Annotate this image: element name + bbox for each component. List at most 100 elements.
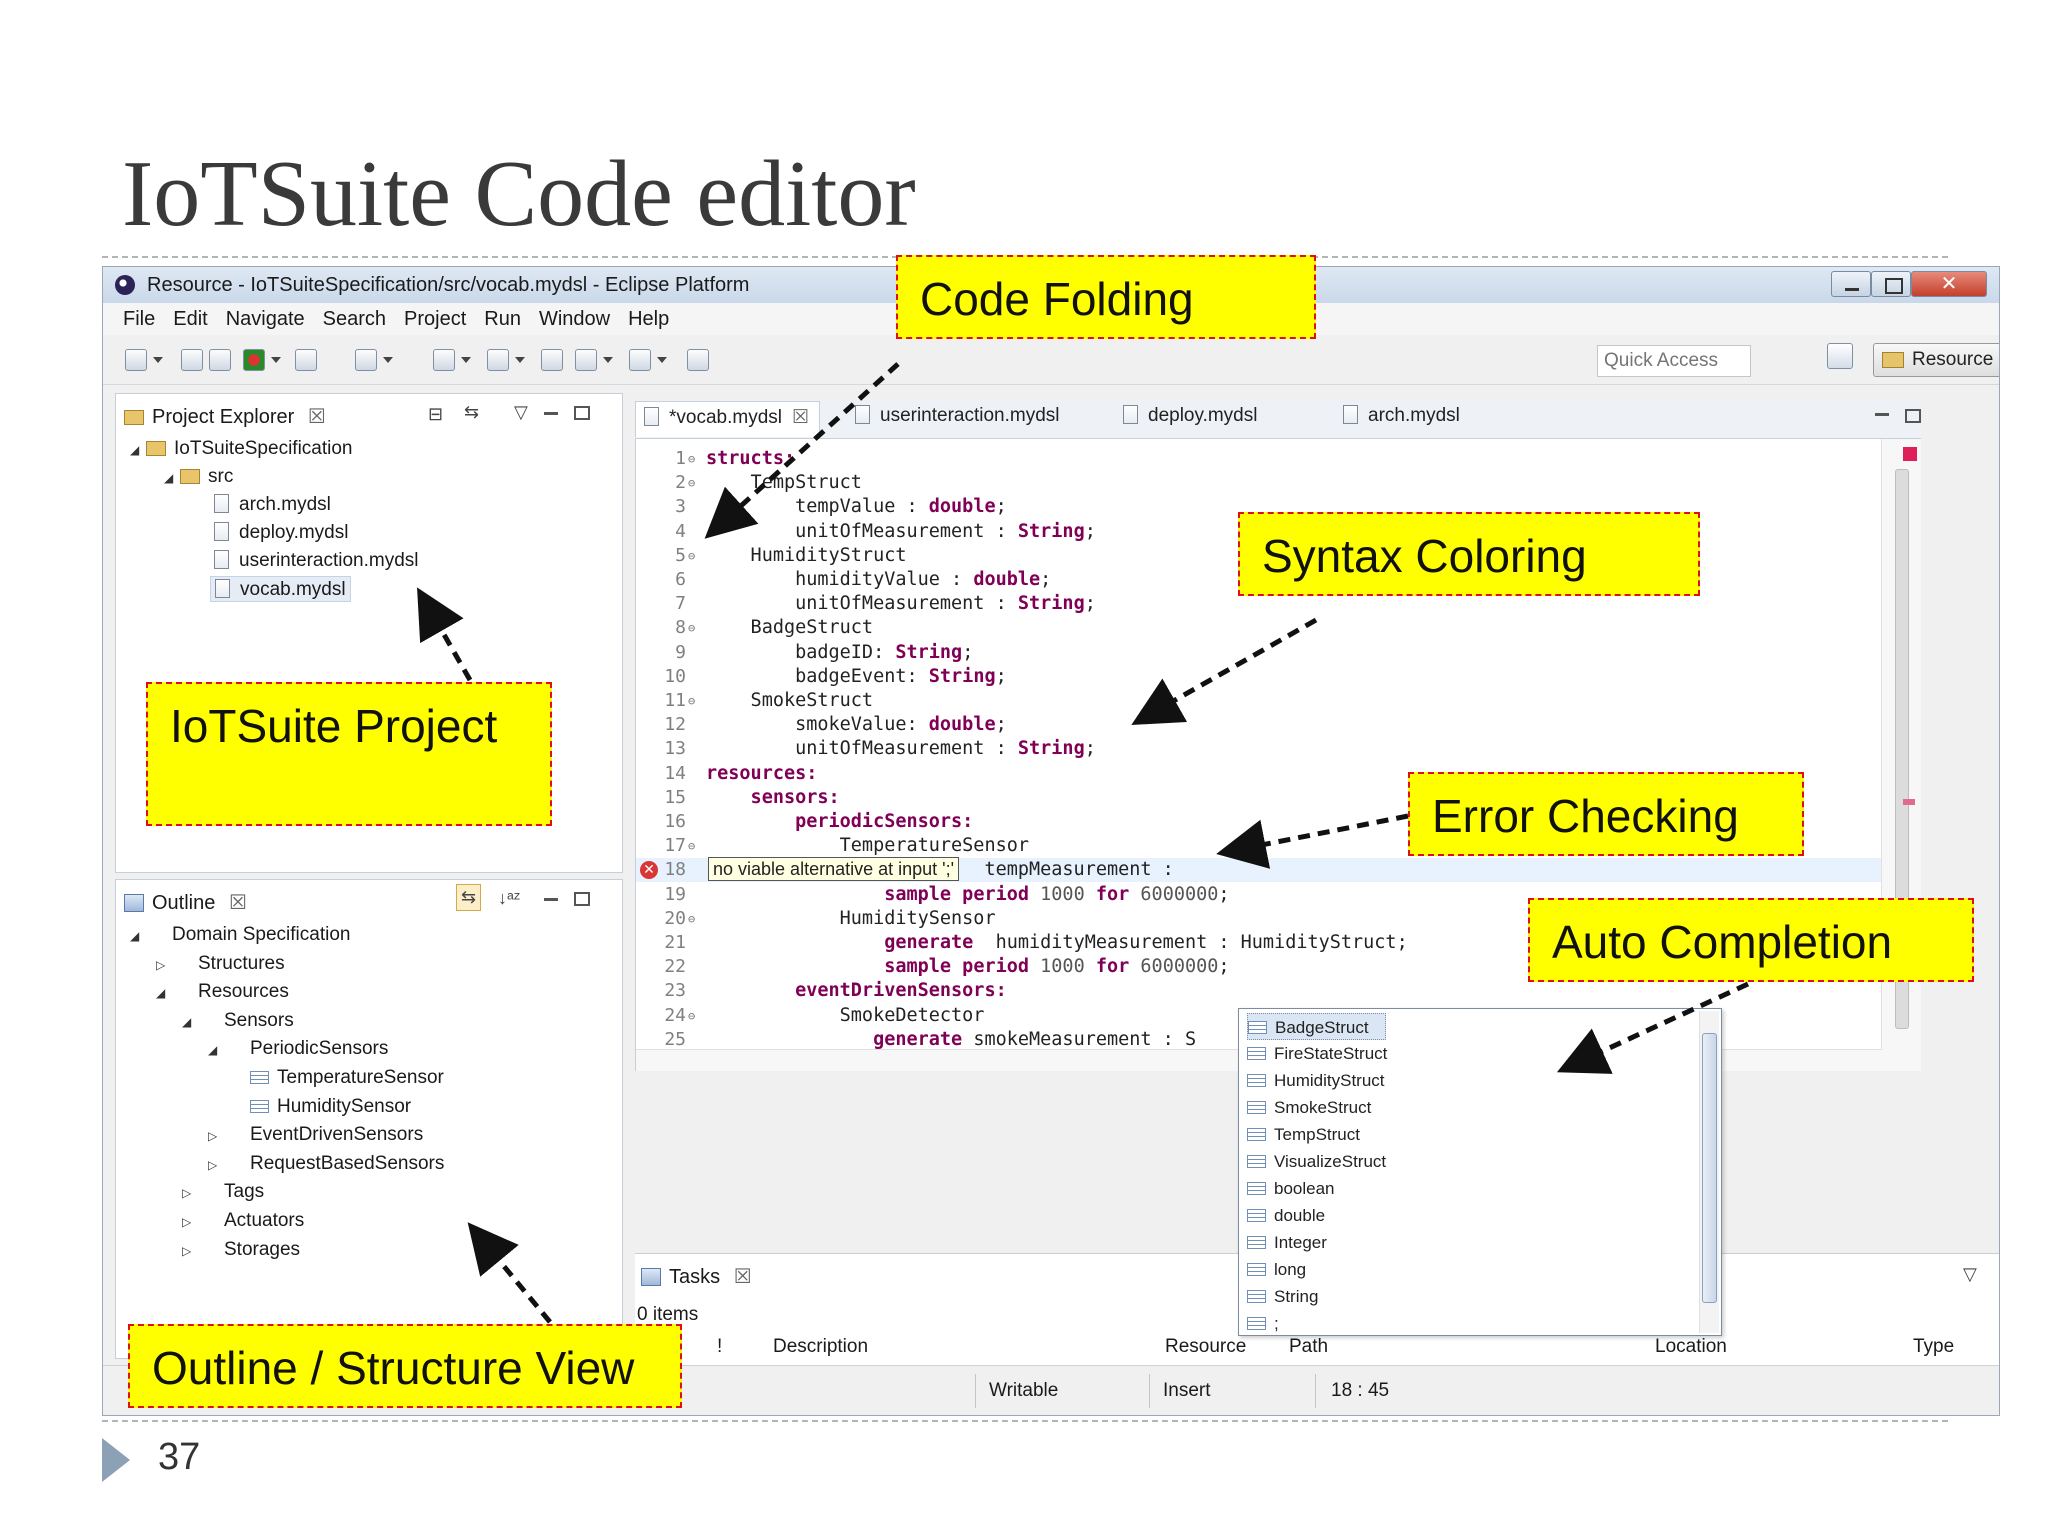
fold-toggle-icon[interactable]: ⊖ [688, 1004, 695, 1028]
collapsed-icon[interactable]: ▷ [182, 1238, 198, 1264]
content-assist-item[interactable]: SmokeStruct [1247, 1094, 1371, 1121]
tasks-tab[interactable]: Tasks ☒ [641, 1264, 752, 1289]
expanded-icon[interactable]: ◢ [156, 980, 172, 1006]
outline-item[interactable]: ◢ Resources [156, 979, 289, 1005]
outline-item[interactable]: TemperatureSensor [234, 1065, 444, 1091]
link-with-editor-icon[interactable]: ⇆ [456, 884, 482, 911]
tool-icon[interactable] [295, 349, 317, 371]
menu-window[interactable]: Window [539, 303, 610, 335]
code-line[interactable]: 9 badgeID: String; [636, 641, 1876, 665]
collapsed-icon[interactable]: ▷ [182, 1180, 198, 1206]
tasks-column-header[interactable]: Path [1289, 1336, 1328, 1358]
tree-file[interactable]: deploy.mydsl [214, 520, 348, 546]
view-menu-icon[interactable]: ▽ [514, 402, 528, 423]
tree-project[interactable]: ◢ IoTSuiteSpecification [130, 436, 353, 462]
run-icon[interactable] [243, 349, 265, 371]
fold-toggle-icon[interactable]: ⊖ [688, 907, 695, 931]
menu-search[interactable]: Search [323, 303, 386, 335]
menu-project[interactable]: Project [404, 303, 466, 335]
fold-toggle-icon[interactable]: ⊖ [688, 689, 695, 713]
next-annotation-icon[interactable] [433, 349, 455, 371]
content-assist-item[interactable]: boolean [1247, 1175, 1335, 1202]
menu-help[interactable]: Help [628, 303, 669, 335]
code-line[interactable]: 12 smokeValue: double; [636, 713, 1876, 737]
content-assist-scrollbar[interactable] [1699, 1011, 1719, 1333]
resource-perspective-button[interactable]: Resource [1873, 343, 1999, 377]
close-icon[interactable]: ☒ [308, 406, 326, 428]
back-dropdown-icon[interactable] [603, 357, 613, 363]
new-dropdown-icon[interactable] [153, 357, 163, 363]
outline-item[interactable]: ◢ Domain Specification [130, 922, 350, 948]
menu-navigate[interactable]: Navigate [226, 303, 305, 335]
tree-file[interactable]: arch.mydsl [214, 492, 331, 518]
open-perspective-icon[interactable] [1827, 343, 1853, 369]
project-explorer-tab[interactable]: Project Explorer ☒ [124, 404, 326, 429]
content-assist-item[interactable]: String [1247, 1283, 1318, 1310]
maximize-editor-icon[interactable] [1905, 409, 1921, 423]
outline-item[interactable]: ◢ PeriodicSensors [208, 1036, 388, 1062]
search-dropdown-icon[interactable] [383, 357, 393, 363]
close-button[interactable]: ✕ [1911, 271, 1987, 297]
tab-userinteraction[interactable]: userinteraction.mydsl [855, 405, 1060, 427]
outline-item[interactable]: ▷ Structures [156, 951, 285, 977]
content-assist-popup[interactable]: BadgeStruct FireStateStruct HumidityStruct… [1238, 1008, 1722, 1336]
save-all-icon[interactable] [209, 349, 231, 371]
outline-tab[interactable]: Outline ☒ [124, 890, 247, 915]
outline-item[interactable]: ▷ RequestBasedSensors [208, 1151, 444, 1177]
new-icon[interactable] [125, 349, 147, 371]
minimize-button[interactable] [1831, 271, 1871, 297]
maximize-button[interactable] [1871, 271, 1911, 297]
content-assist-item[interactable]: HumidityStruct [1247, 1067, 1385, 1094]
forward-icon[interactable] [629, 349, 651, 371]
content-assist-item[interactable]: ; [1247, 1310, 1279, 1337]
error-overview-icon[interactable] [1903, 447, 1917, 461]
tree-src-folder[interactable]: ◢ src [164, 464, 233, 490]
save-icon[interactable] [181, 349, 203, 371]
tab-deploy[interactable]: deploy.mydsl [1123, 405, 1257, 427]
code-line[interactable]: 8 ⊖ BadgeStruct [636, 616, 1876, 640]
tasks-column-header[interactable]: Type [1913, 1336, 1954, 1358]
content-assist-item[interactable]: FireStateStruct [1247, 1040, 1387, 1067]
collapse-all-icon[interactable]: ⊟ [428, 404, 443, 425]
pin-icon[interactable] [687, 349, 709, 371]
fold-toggle-icon[interactable]: ⊖ [688, 834, 695, 858]
outline-item[interactable]: ▷ Actuators [182, 1208, 304, 1234]
tree-file-selected[interactable]: vocab.mydsl [210, 576, 351, 602]
sort-icon[interactable]: ↓ᵃᶻ [498, 888, 520, 909]
code-line[interactable]: 13 unitOfMeasurement : String; [636, 737, 1876, 761]
collapsed-icon[interactable]: ▷ [182, 1209, 198, 1235]
content-assist-item[interactable]: BadgeStruct [1247, 1013, 1386, 1040]
expanded-icon[interactable]: ◢ [182, 1009, 198, 1035]
content-assist-item[interactable]: double [1247, 1202, 1325, 1229]
tasks-column-header[interactable]: ! [717, 1336, 722, 1358]
menu-edit[interactable]: Edit [173, 303, 207, 335]
tab-arch[interactable]: arch.mydsl [1343, 405, 1460, 427]
expanded-icon[interactable]: ◢ [130, 437, 146, 463]
error-marker-icon[interactable] [1903, 799, 1915, 805]
run-dropdown-icon[interactable] [271, 357, 281, 363]
view-menu-icon[interactable]: ▽ [1963, 1264, 1977, 1285]
link-editor-icon[interactable]: ⇆ [464, 402, 479, 423]
content-assist-item[interactable]: Integer [1247, 1229, 1327, 1256]
tasks-column-header[interactable]: Location [1655, 1336, 1727, 1358]
code-line[interactable]: 18 ✕ no viable alternative at input ';' te… [636, 857, 1876, 882]
collapsed-icon[interactable]: ▷ [208, 1152, 224, 1178]
tasks-column-header[interactable]: Description [773, 1336, 868, 1358]
back-icon[interactable] [575, 349, 597, 371]
expanded-icon[interactable]: ◢ [164, 465, 180, 491]
fold-toggle-icon[interactable]: ⊖ [688, 544, 695, 568]
menu-run[interactable]: Run [484, 303, 521, 335]
outline-item[interactable]: ▷ Storages [182, 1237, 300, 1263]
minimize-editor-icon[interactable] [1875, 413, 1889, 416]
code-line[interactable]: 2 ⊖ TempStruct [636, 471, 1876, 495]
content-assist-item[interactable]: VisualizeStruct [1247, 1148, 1386, 1175]
tasks-column-header[interactable]: Resource [1165, 1336, 1246, 1358]
code-line[interactable]: 1 ⊖ structs: [636, 447, 1876, 471]
search-tool-icon[interactable] [355, 349, 377, 371]
fold-toggle-icon[interactable]: ⊖ [688, 447, 695, 471]
fold-toggle-icon[interactable]: ⊖ [688, 616, 695, 640]
outline-item[interactable]: ◢ Sensors [182, 1008, 294, 1034]
code-line[interactable]: 10 badgeEvent: String; [636, 665, 1876, 689]
prev-annotation-dropdown-icon[interactable] [515, 357, 525, 363]
code-line[interactable]: 11 ⊖ SmokeStruct [636, 689, 1876, 713]
